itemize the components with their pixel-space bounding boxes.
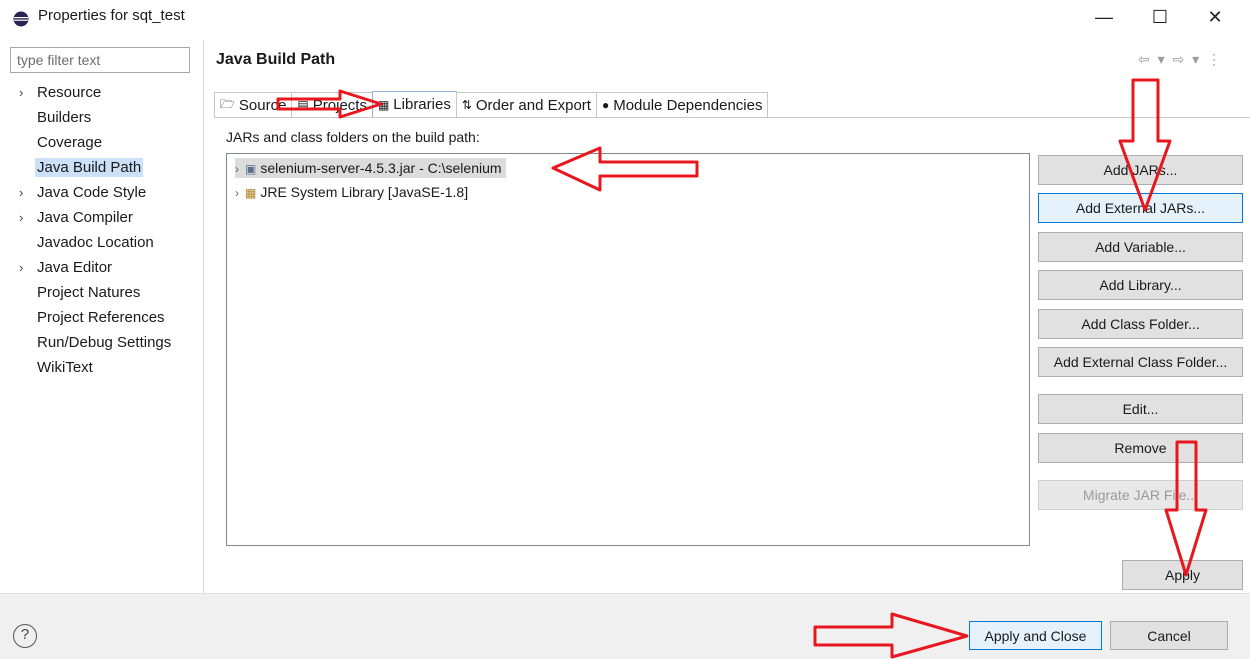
tab-label: Libraries [393,96,451,113]
add-external-jars-button[interactable]: Add External JARs... [1038,193,1243,223]
nav-item-java-build-path[interactable]: Java Build Path [35,158,144,180]
library-icon: ▦ [245,186,257,200]
expand-chevron-icon[interactable]: › [235,162,239,176]
tab-projects[interactable]: ▤ Projects [291,92,373,117]
libraries-icon: ▦ [377,97,390,112]
tab-order-and-export[interactable]: ⇅ Order and Export [455,92,597,117]
libraries-heading: JARs and class folders on the build path… [226,129,480,145]
apply-button[interactable]: Apply [1122,560,1243,590]
page-title: Java Build Path [216,51,336,68]
close-button[interactable]: ✕ [1195,4,1235,30]
projects-icon: ▤ [297,98,309,112]
add-jars-button[interactable]: Add JARs... [1038,155,1243,185]
library-entry[interactable]: › ▦ JRE System Library [JavaSE-1.8] [235,182,468,202]
nav-item-label: Resource [37,84,102,101]
nav-item-java-editor[interactable]: › Java Editor [19,258,113,280]
tab-label: Order and Export [475,96,591,114]
tab-label: Module Dependencies [613,96,763,114]
pane-divider[interactable] [203,40,204,600]
nav-item-label: Java Editor [37,259,113,276]
tab-source[interactable]: 🗁 Source [214,92,293,117]
jar-icon: ▣ [245,162,257,176]
nav-item-label: Run/Debug Settings [37,334,172,351]
eclipse-app-icon [13,11,29,27]
remove-button[interactable]: Remove [1038,433,1243,463]
nav-item-resource[interactable]: › Resource [19,83,102,105]
nav-item-label: Builders [37,109,92,126]
nav-item-java-code-style[interactable]: › Java Code Style [19,183,147,205]
tab-libraries[interactable]: ▦ Libraries [371,91,457,117]
cancel-button[interactable]: Cancel [1110,621,1228,650]
add-variable-button[interactable]: Add Variable... [1038,232,1243,262]
nav-item-label: Project Natures [37,284,141,301]
add-library-button[interactable]: Add Library... [1038,270,1243,300]
window-title: Properties for sqt_test [38,7,185,24]
edit-button[interactable]: Edit... [1038,394,1243,424]
expand-chevron-icon[interactable]: › [19,183,23,203]
library-entry[interactable]: › ▣ selenium-server-4.5.3.jar - C:\seleniu… [235,158,506,178]
nav-item-label: Project References [37,309,165,326]
minimize-button[interactable]: — [1084,4,1124,30]
nav-item-wikitext[interactable]: WikiText [37,358,93,380]
nav-item-project-natures[interactable]: Project Natures [37,283,140,305]
nav-item-java-compiler[interactable]: › Java Compiler [19,208,133,230]
nav-item-label: Javadoc Location [37,234,154,251]
module-dependencies-icon: ● [601,98,610,112]
library-entry-label: selenium-server-4.5.3.jar - C:\selenium [260,160,502,176]
library-entry-label: JRE System Library [JavaSE-1.8] [260,184,469,200]
nav-item-coverage[interactable]: Coverage [37,133,102,155]
nav-item-label: Java Code Style [37,184,147,201]
expand-chevron-icon[interactable]: › [19,83,23,103]
add-class-folder-button[interactable]: Add Class Folder... [1038,309,1243,339]
tab-strip: 🗁 Source ▤ Projects ▦ Libraries ⇅ Order and Exp… [214,91,769,118]
nav-item-builders[interactable]: Builders [37,108,91,130]
nav-item-label: Java Build Path [35,158,144,177]
source-folder-icon: 🗁 [220,96,235,111]
nav-item-run-debug-settings[interactable]: Run/Debug Settings [37,333,171,355]
apply-and-close-button[interactable]: Apply and Close [969,621,1102,650]
help-icon[interactable]: ? [13,624,37,648]
expand-chevron-icon[interactable]: › [19,208,23,228]
nav-item-label: Coverage [37,134,103,151]
expand-chevron-icon[interactable]: › [19,258,23,278]
libraries-tree[interactable]: › ▣ selenium-server-4.5.3.jar - C:\seleniu… [226,153,1030,546]
tab-label: Projects [312,96,367,114]
nav-item-label: WikiText [37,359,93,376]
nav-item-javadoc-location[interactable]: Javadoc Location [37,233,154,255]
order-export-icon: ⇅ [461,98,472,112]
nav-item-project-references[interactable]: Project References [37,308,165,330]
tab-module-dependencies[interactable]: ● Module Dependencies [595,92,769,117]
tab-label: Source [238,96,287,114]
add-external-class-folder-button[interactable]: Add External Class Folder... [1038,347,1243,377]
nav-item-label: Java Compiler [37,209,133,226]
migrate-jar-button[interactable]: Migrate JAR File... [1038,480,1243,510]
expand-chevron-icon[interactable]: › [235,186,239,200]
maximize-button[interactable]: ☐ [1140,4,1180,30]
title-bar [0,0,1250,34]
history-nav-arrows[interactable]: ⇦ ▾ ⇨ ▾ ⋮ [1138,51,1223,68]
filter-input[interactable] [10,47,190,73]
